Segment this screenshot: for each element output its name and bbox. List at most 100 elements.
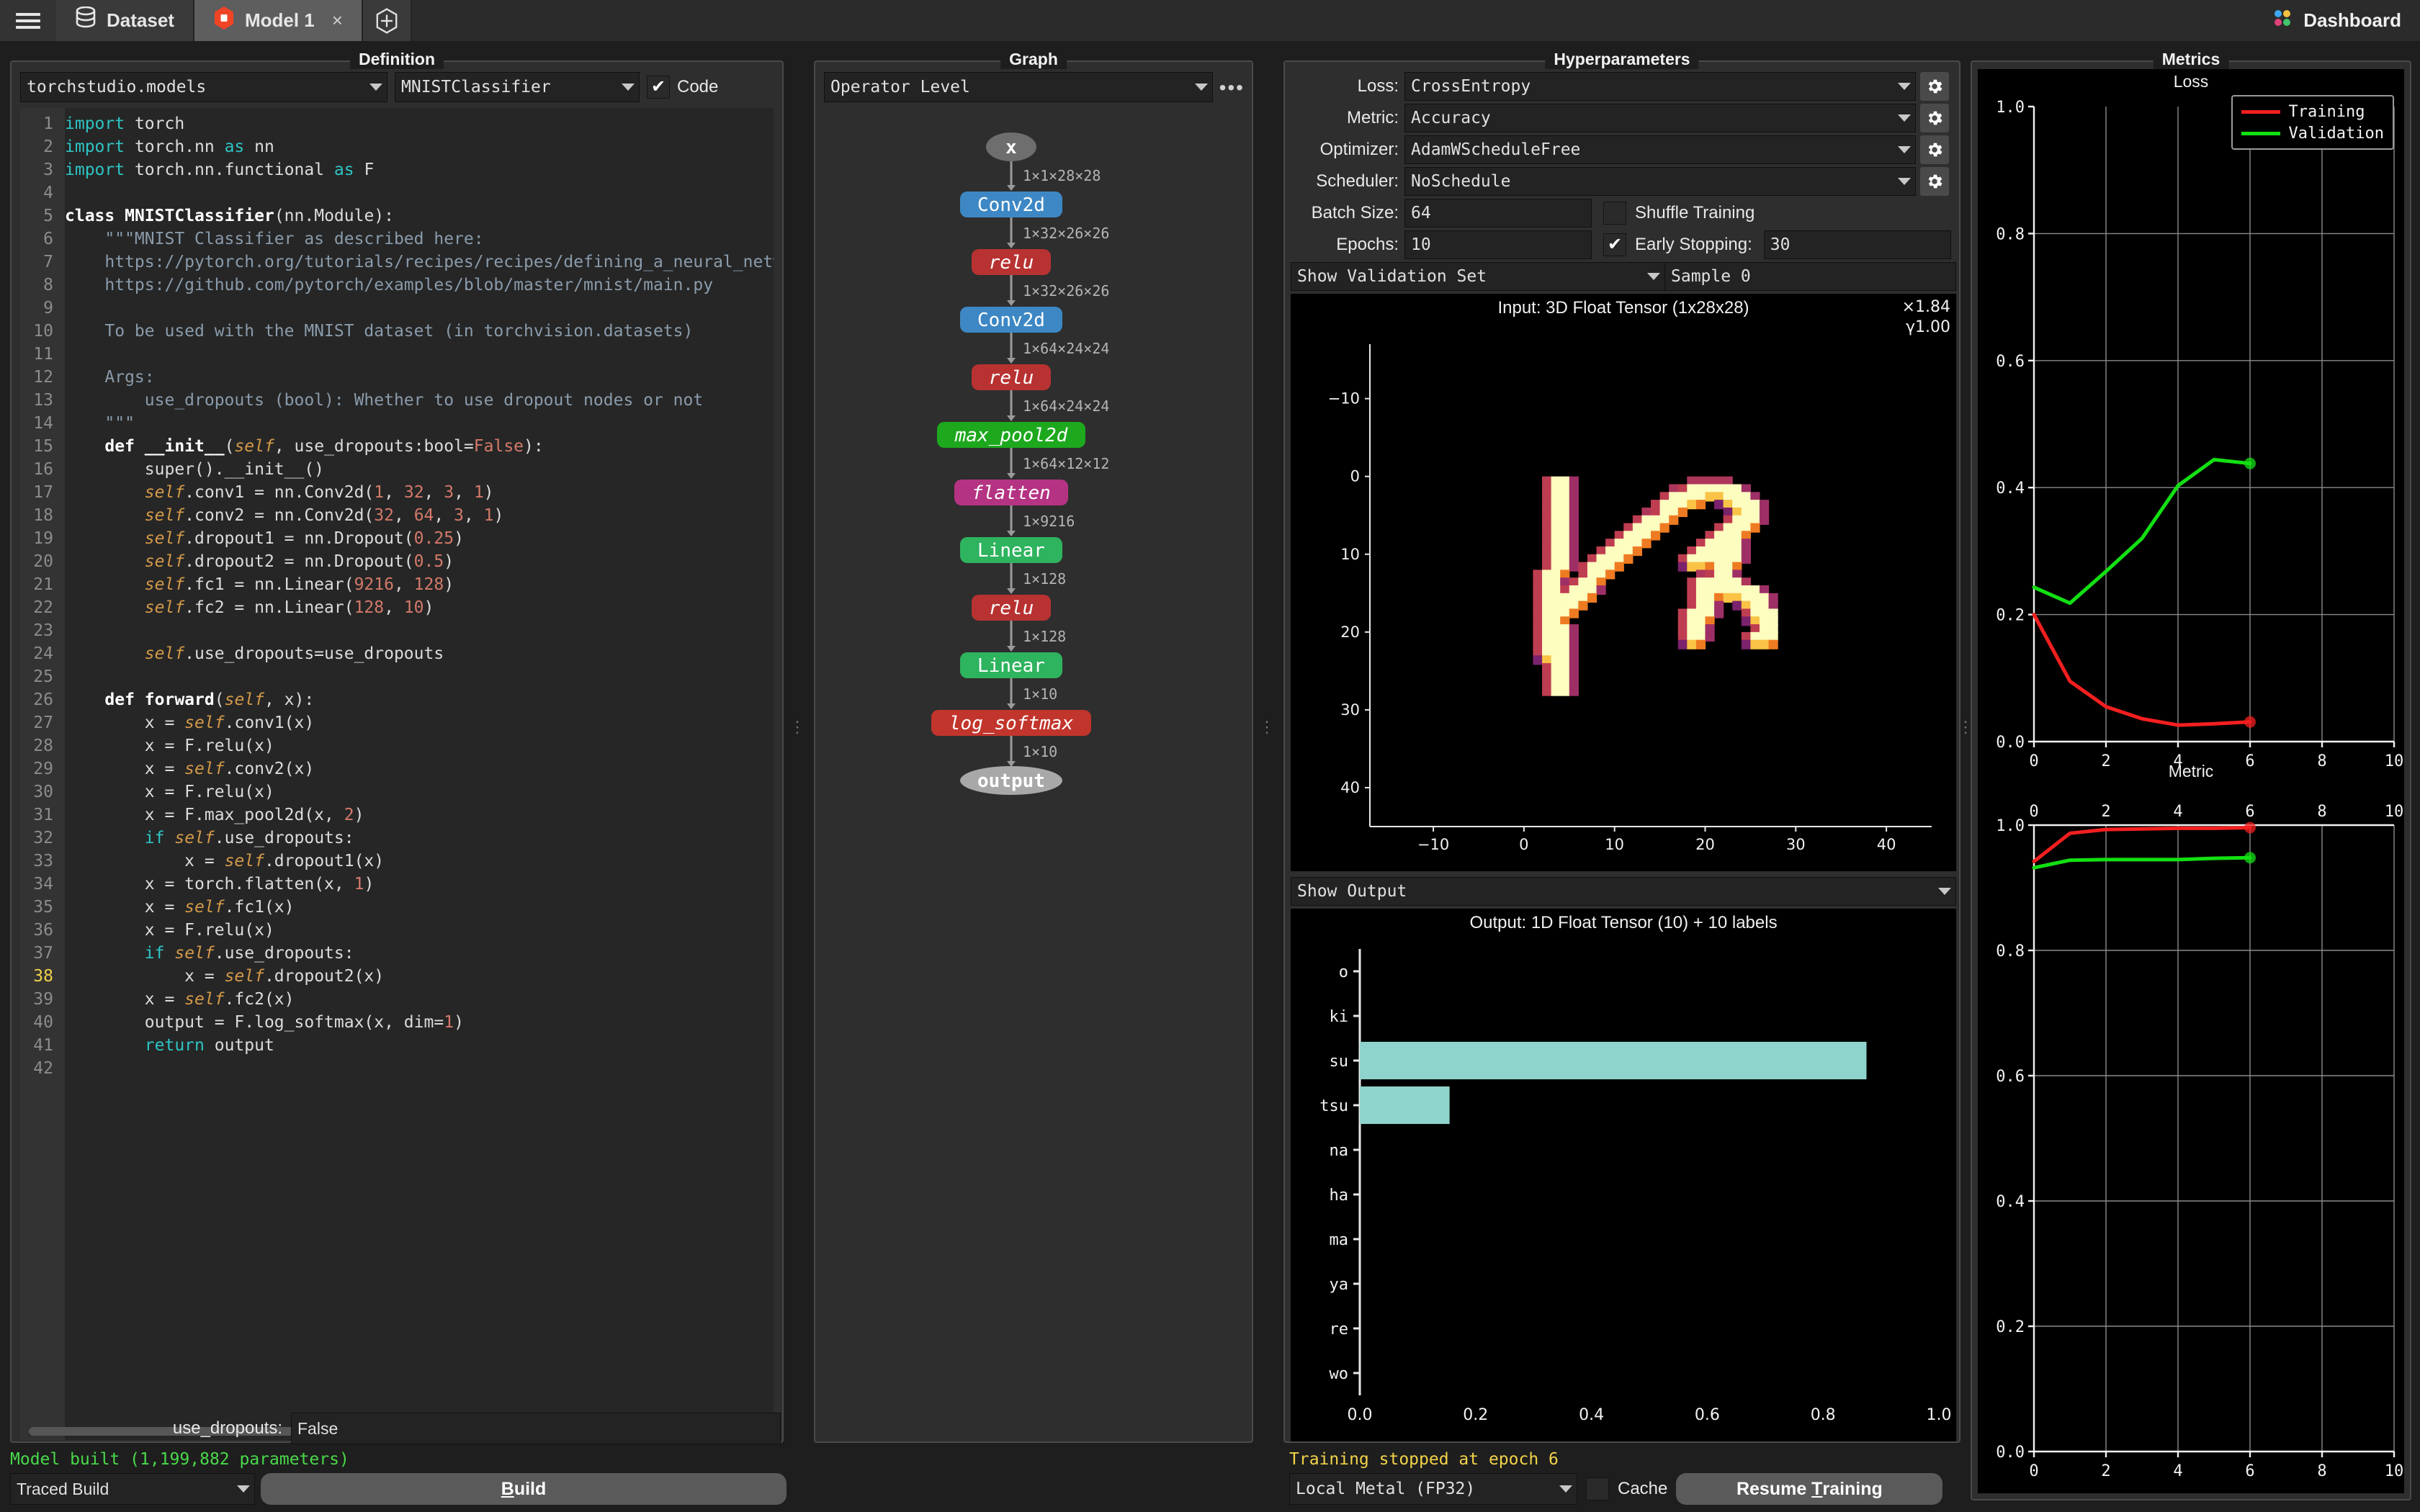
chevron-down-icon [237, 1485, 250, 1493]
batch-size-row: Batch Size: 64 Shuffle Training [1291, 199, 1956, 228]
chart-x-tick: 8 [2317, 1462, 2326, 1480]
legend-item: Validation [2241, 122, 2384, 144]
early-stopping-checkbox[interactable]: ✔ [1603, 233, 1626, 256]
input-x-tick: 10 [1605, 836, 1624, 853]
metric-chart[interactable]: Metric 0.0 0.2 0.4 0.6 0.8 1.0 0 0 2 2 4 4 6 6 8 8 10 10 [1978, 762, 2404, 1493]
dashboard-button[interactable]: Dashboard [2253, 0, 2420, 41]
code-editor[interactable]: 1 import torch 2 import torch.nn as nn 3 impo… [20, 108, 774, 1440]
graph-toolbar: Operator Level [824, 72, 1246, 102]
splitter-definition-graph[interactable]: ⋮ [789, 684, 805, 770]
graph-node[interactable]: relu [972, 364, 1051, 390]
tab-dataset[interactable]: Dataset [56, 0, 194, 41]
output-bar [1360, 1086, 1450, 1125]
graph-level-select[interactable]: Operator Level [824, 72, 1213, 102]
build-button-rest: uild [514, 1478, 547, 1499]
build-button[interactable]: Build [261, 1473, 786, 1505]
graph-node[interactable]: relu [972, 249, 1051, 275]
graph-node-label: Linear [977, 540, 1045, 562]
graph-node[interactable]: relu [972, 595, 1051, 621]
metric-chart-canvas: 0.00.20.40.60.81.000224466881010 [1978, 782, 2404, 1493]
optimizer-settings-gear-icon[interactable] [1920, 135, 1949, 164]
metric-select[interactable]: Accuracy [1404, 104, 1916, 132]
graph-node[interactable]: max_pool2d [937, 422, 1085, 448]
chart-y-tick: 0.2 [1996, 607, 2025, 625]
input-image-canvas: −10 0 10 20 30 40 −10 0 10 20 30 40 [1291, 294, 1956, 871]
cache-label: Cache [1618, 1479, 1668, 1498]
output-bar-chart[interactable]: Output: 1D Float Tensor (10) + 10 labels… [1291, 909, 1956, 1441]
graph-node[interactable]: log_softmax [931, 710, 1091, 736]
graph-canvas[interactable]: 1×1×28×28 1×32×26×26 1×32×26×26 1×64×24×24 1… [815, 108, 1252, 1404]
output-category-label: ki [1330, 1008, 1349, 1026]
input-x-tick: 0 [1519, 836, 1528, 853]
cache-checkbox[interactable] [1586, 1477, 1609, 1500]
code-line: 32 if self.use_dropouts: [33, 829, 354, 847]
chart-y-tick: 0.6 [1996, 353, 2025, 371]
code-line: 19 self.dropout1 = nn.Dropout(0.25) [33, 529, 464, 548]
graph-node[interactable]: Linear [960, 537, 1062, 563]
code-line: 22 self.fc2 = nn.Linear(128, 10) [33, 598, 434, 617]
tab-model-1[interactable]: Model 1 × [194, 0, 363, 41]
loss-settings-gear-icon[interactable] [1920, 72, 1949, 101]
close-icon[interactable]: × [332, 9, 343, 32]
chart-last-point [2244, 852, 2256, 864]
code-line: 26 def forward(self, x): [33, 690, 315, 709]
code-checkbox[interactable]: ✔ [647, 76, 670, 99]
input-y-tick: 20 [1340, 624, 1360, 641]
scheduler-select[interactable]: NoSchedule [1404, 167, 1916, 196]
early-stopping-input[interactable]: 30 [1763, 230, 1951, 259]
metric-chart-title: Metric [2168, 762, 2214, 780]
output-category-label: ya [1330, 1276, 1349, 1294]
graph-node[interactable]: flatten [954, 480, 1068, 505]
code-line: 36 x = F.relu(x) [33, 921, 274, 940]
graph-node[interactable]: x [986, 132, 1036, 161]
graph-node-label: log_softmax [949, 713, 1074, 734]
sample-input[interactable]: Sample 0 [1665, 262, 1956, 291]
batch-size-value: 64 [1411, 204, 1431, 222]
output-x-tick: 0.2 [1463, 1406, 1488, 1424]
metric-settings-gear-icon[interactable] [1920, 104, 1949, 132]
batch-size-input[interactable]: 64 [1404, 199, 1592, 228]
code-line: 2 import torch.nn as nn [43, 138, 274, 156]
code-line: 39 x = self.fc2(x) [33, 990, 295, 1009]
graph-node[interactable]: Linear [960, 652, 1062, 678]
build-mode-select[interactable]: Traced Build [10, 1473, 255, 1505]
code-line: 34 x = torch.flatten(x, 1) [33, 875, 375, 894]
scheduler-settings-gear-icon[interactable] [1920, 167, 1949, 196]
hamburger-menu-icon[interactable] [0, 0, 56, 41]
resume-training-label-1: Resume [1736, 1478, 1812, 1499]
validation-set-select[interactable]: Show Validation Set [1291, 262, 1665, 291]
graph-node-label: flatten [972, 482, 1051, 504]
input-x-tick: 30 [1786, 836, 1806, 853]
chart-x-tick: 10 [2385, 1462, 2404, 1480]
code-line: 25 [33, 667, 53, 686]
graph-node[interactable]: Conv2d [960, 307, 1062, 333]
class-select[interactable]: MNISTClassifier [395, 72, 640, 102]
shuffle-training-checkbox[interactable] [1603, 202, 1626, 225]
graph-node[interactable]: Conv2d [960, 192, 1062, 217]
output-select[interactable]: Show Output [1291, 877, 1956, 906]
loss-chart[interactable]: Loss 0.0 0.2 0.4 0.6 0.8 1.0 0 2 4 6 8 10 Training V… [1978, 69, 2404, 782]
loss-select[interactable]: CrossEntropy [1404, 72, 1916, 101]
optimizer-select[interactable]: AdamWScheduleFree [1404, 135, 1916, 164]
graph-node-label: Conv2d [977, 310, 1045, 331]
resume-training-button[interactable]: Resume Training [1676, 1473, 1943, 1505]
graph-more-button[interactable]: ••• [1219, 76, 1245, 99]
add-tab-button[interactable] [362, 0, 412, 41]
batch-size-label: Batch Size: [1311, 203, 1399, 222]
chart-x-tick: 0 [2029, 1462, 2038, 1480]
module-select[interactable]: torchstudio.models [20, 72, 387, 102]
splitter-hyperparameters-metrics[interactable]: ⋮ [1958, 684, 1973, 770]
output-x-tick: 0.6 [1695, 1406, 1720, 1424]
code-line: 38 x = self.dropout2(x) [33, 967, 385, 986]
graph-edge-label: 1×64×24×24 [1023, 340, 1109, 357]
input-tensor-view[interactable]: Input: 3D Float Tensor (1x28x28) ×1.84 γ… [1291, 294, 1956, 871]
code-line: 20 self.dropout2 = nn.Dropout(0.5) [33, 552, 454, 571]
graph-node[interactable]: output [960, 766, 1062, 795]
output-x-tick: 0.8 [1811, 1406, 1836, 1424]
splitter-graph-hyperparameters[interactable]: ⋮ [1259, 684, 1275, 770]
use-dropouts-field[interactable]: False [291, 1413, 781, 1444]
epochs-input[interactable]: 10 [1404, 230, 1592, 259]
top-bar: Dataset Model 1 × Dashboard [0, 0, 2420, 41]
device-select[interactable]: Local Metal (FP32) [1289, 1473, 1577, 1505]
tab-dataset-label: Dataset [107, 9, 174, 31]
